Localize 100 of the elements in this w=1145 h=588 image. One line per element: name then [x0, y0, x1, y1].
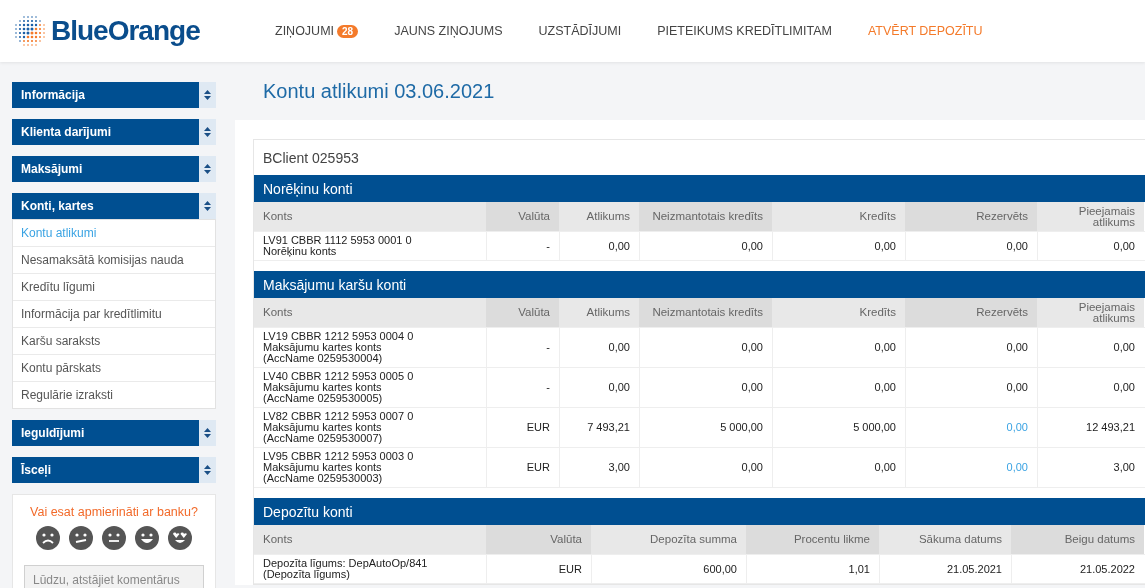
client-name: BClient 025953 — [262, 148, 360, 168]
table-cell: 0,00 — [905, 368, 1037, 407]
column-header: Pieejamais atlikums — [1037, 298, 1144, 327]
sidebar-section[interactable]: Maksājumi — [12, 156, 199, 182]
sort-arrows-icon[interactable] — [204, 90, 211, 100]
column-header: Neizmantotais kredīts — [639, 202, 772, 231]
section-title: Depozītu konti — [254, 498, 1145, 525]
table-cell: 0,00 — [639, 448, 772, 487]
table-cell: 5 000,00 — [772, 408, 905, 447]
toggle-button[interactable] — [199, 156, 216, 182]
table-cell: 3,00 — [559, 448, 639, 487]
column-header: Kredīts — [772, 202, 905, 231]
nav-link[interactable]: ZIŅOJUMI 28 — [275, 24, 359, 38]
table-cell: 0,00 — [639, 328, 772, 367]
logo-icon — [12, 13, 48, 49]
table-cell: - — [486, 232, 559, 260]
sort-arrows-icon[interactable] — [204, 465, 211, 475]
sidebar-item[interactable]: Regulārie izraksti — [13, 382, 215, 408]
table-cell: 0,00 — [772, 448, 905, 487]
neutral-face-icon[interactable] — [102, 526, 126, 550]
toggle-button[interactable] — [199, 457, 216, 483]
column-header: Konts — [254, 298, 486, 327]
column-header: Rezervēts — [905, 298, 1037, 327]
sort-arrows-icon[interactable] — [204, 127, 211, 137]
table-cell: 12 493,21 — [1037, 408, 1144, 447]
table-cell: 0,00 — [905, 232, 1037, 260]
table-cell-text: LV19 CBBR 1212 5953 0004 0 Maksājumu kartes konts (AccName 0259530004) — [262, 329, 415, 366]
logo-text[interactable]: BlueOrange — [51, 15, 200, 47]
sidebar-section[interactable]: Konti, kartes — [12, 193, 199, 219]
table-cell: 0,00 — [1037, 368, 1144, 407]
table-cell: 0,00 — [772, 328, 905, 367]
sad-face-icon[interactable] — [36, 526, 60, 550]
nav-link[interactable]: PIETEIKUMS KREDĪTLIMITAM — [657, 24, 832, 38]
table-cell: 3,00 — [1037, 448, 1144, 487]
table-cell: EUR — [486, 448, 559, 487]
column-header: Neizmantotais kredīts — [639, 298, 772, 327]
table-cell: 600,00 — [591, 555, 746, 583]
column-header: Rezervēts — [905, 202, 1037, 231]
table-cell-text: LV95 CBBR 1212 5953 0003 0 Maksājumu kartes konts (AccName 0259530003) — [262, 449, 415, 486]
count-badge: 28 — [337, 24, 359, 38]
sidebar-item[interactable]: Kredītu līgumi — [13, 274, 215, 301]
column-header: Procentu likme — [746, 525, 879, 554]
table-cell: 0,00 — [905, 328, 1037, 367]
sidebar-section[interactable]: Informācija — [12, 82, 199, 108]
column-header: Valūta — [486, 202, 559, 231]
table-cell-text: LV40 CBBR 1212 5953 0005 0 Maksājumu kartes konts (AccName 0259530005) — [262, 369, 415, 406]
nav-link[interactable]: JAUNS ZIŅOJUMS — [394, 24, 503, 38]
toggle-button[interactable] — [199, 119, 216, 145]
table-cell: EUR — [486, 555, 591, 583]
toggle-button[interactable] — [199, 82, 216, 108]
table-cell: 0,00 — [772, 232, 905, 260]
column-header: Pieejamais atlikums — [1037, 202, 1144, 231]
table-cell: 5 000,00 — [639, 408, 772, 447]
table-cell: 0,00 — [559, 232, 639, 260]
toggle-button[interactable] — [199, 420, 216, 446]
sort-arrows-icon[interactable] — [204, 201, 211, 211]
love-face-icon[interactable] — [168, 526, 192, 550]
table-cell: 1,01 — [746, 555, 879, 583]
table-cell: 21.05.2021 — [879, 555, 1011, 583]
feedback-question: Vai esat apmierināti ar banku? — [30, 505, 198, 519]
table-cell: - — [486, 368, 559, 407]
sidebar-item[interactable]: Nesamaksātā komisijas nauda — [13, 247, 215, 274]
sort-arrows-icon[interactable] — [204, 428, 211, 438]
sidebar-item[interactable]: Karšu saraksts — [13, 328, 215, 355]
table-cell: - — [486, 328, 559, 367]
sidebar-section[interactable]: Klienta darījumi — [12, 119, 199, 145]
column-header: Kredīts — [772, 298, 905, 327]
sidebar-item[interactable]: Kontu pārskats — [13, 355, 215, 382]
sidebar-item[interactable]: Informācija par kredītlimitu — [13, 301, 215, 328]
sidebar-section[interactable]: Īsceļi — [12, 457, 199, 483]
column-header: Konts — [254, 525, 486, 554]
happy-face-icon[interactable] — [135, 526, 159, 550]
sort-arrows-icon[interactable] — [204, 164, 211, 174]
table-cell: 0,00 — [1037, 232, 1144, 260]
column-header: Valūta — [486, 298, 559, 327]
table-cell-text: LV91 CBBR 1112 5953 0001 0 Norēķinu konts — [262, 233, 413, 259]
table-cell: 7 493,21 — [559, 408, 639, 447]
section-title: Maksājumu karšu konti — [254, 271, 1145, 298]
column-header: Sākuma datums — [879, 525, 1011, 554]
table-cell: 0,00 — [639, 368, 772, 407]
column-header: Depozīta summa — [591, 525, 746, 554]
page-title: Kontu atlikumi 03.06.2021 — [262, 78, 496, 104]
comment-field[interactable]: Lūdzu, atstājiet komentārus — [24, 565, 204, 588]
table-cell: EUR — [486, 408, 559, 447]
sidebar-section[interactable]: Ieguldījumi — [12, 420, 199, 446]
column-header: Beigu datums — [1011, 525, 1144, 554]
section-title: Norēķinu konti — [254, 175, 1145, 202]
column-header: Atlikums — [559, 202, 639, 231]
column-header: Valūta — [486, 525, 591, 554]
table-cell: 0,00 — [772, 368, 905, 407]
table-cell: 0,00 — [559, 368, 639, 407]
nav-link[interactable]: UZSTĀDĪJUMI — [538, 24, 622, 38]
column-header: Atlikums — [559, 298, 639, 327]
table-cell-text: LV82 CBBR 1212 5953 0007 0 Maksājumu kartes konts (AccName 0259530007) — [262, 409, 415, 446]
toggle-button[interactable] — [199, 193, 216, 219]
table-cell-text: Depozīta līgums: DepAutoOp/841 (Depozīta līgums) — [262, 556, 429, 582]
table-cell: 0,00 — [639, 232, 772, 260]
table-cell: 0,00 — [1037, 328, 1144, 367]
table-cell: 0,00 — [559, 328, 639, 367]
unsure-face-icon[interactable] — [69, 526, 93, 550]
